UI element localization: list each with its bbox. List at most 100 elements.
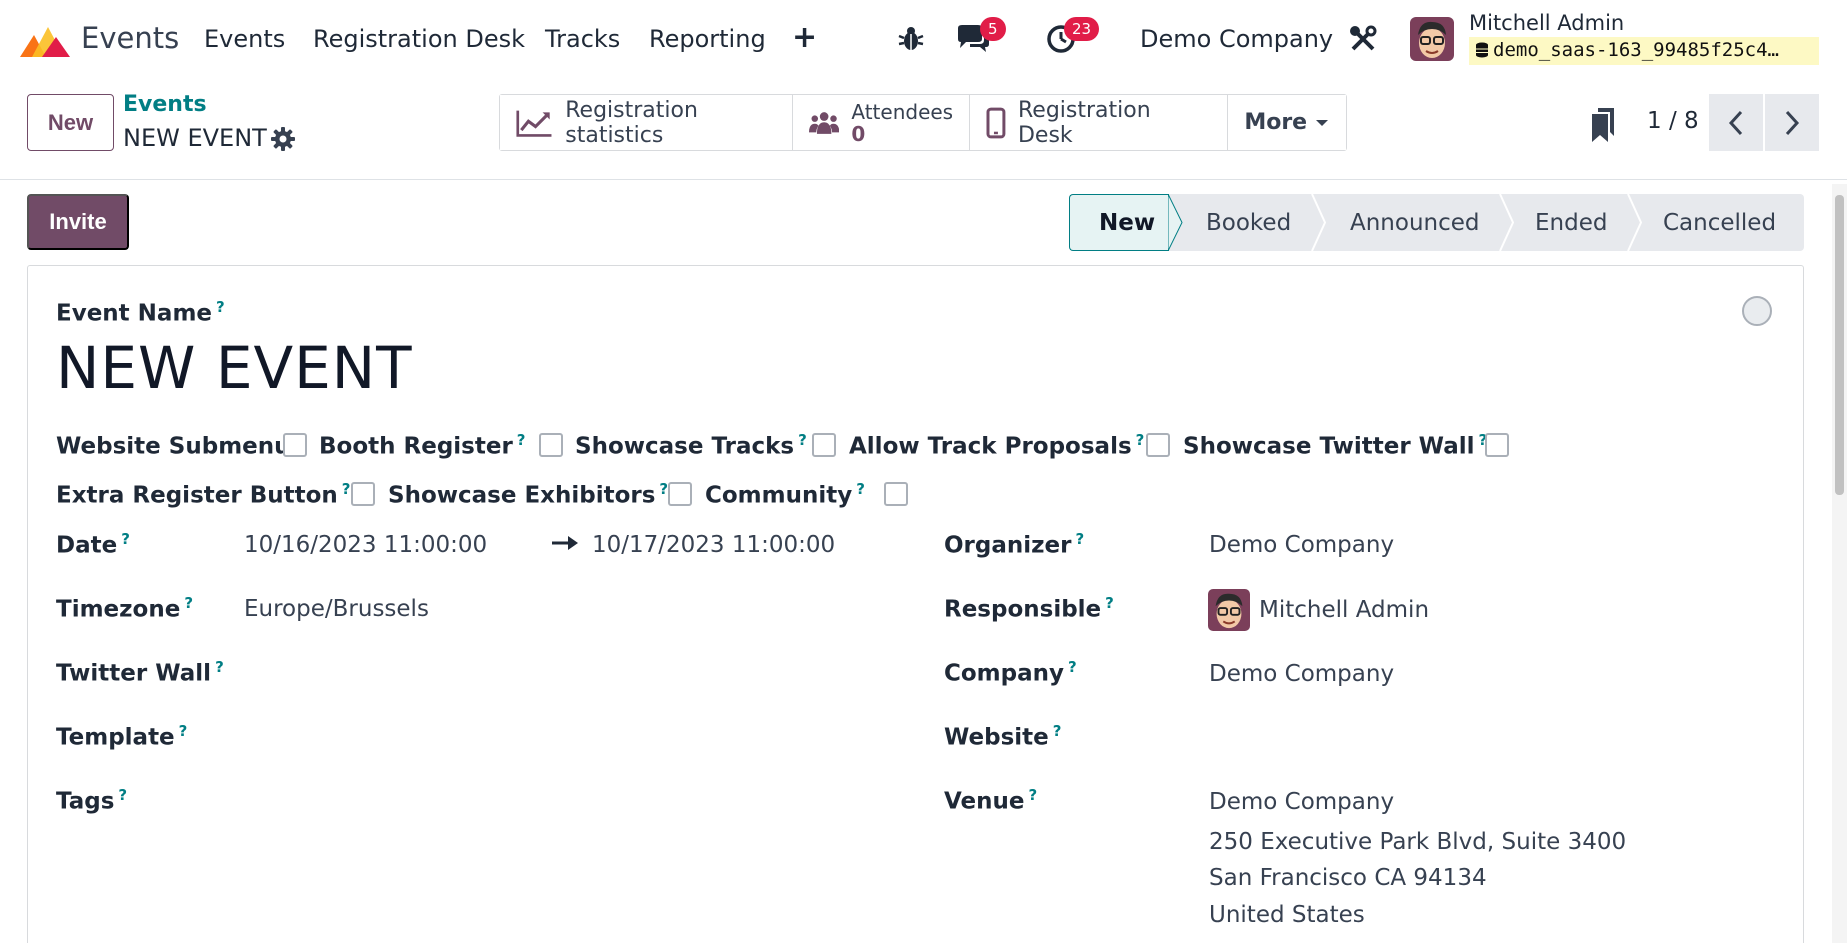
stage-cancelled[interactable]: Cancelled	[1663, 194, 1776, 251]
help-tooltip-icon[interactable]: ?	[798, 431, 807, 449]
responsible-field[interactable]: Mitchell Admin	[1259, 597, 1429, 623]
arrow-right-icon	[552, 536, 578, 550]
stage-booked[interactable]: Booked	[1206, 194, 1291, 251]
pager-value[interactable]: 1 / 8	[1647, 108, 1699, 134]
stage-new[interactable]: New	[1099, 194, 1155, 251]
stage-separator	[1311, 194, 1327, 251]
date-start-field[interactable]: 10/16/2023 11:00:00	[244, 532, 487, 558]
community-label: Community?	[705, 480, 865, 509]
allow-track-proposals-checkbox[interactable]	[1146, 433, 1170, 457]
date-label: Date?	[56, 530, 130, 559]
menu-events[interactable]: Events	[204, 25, 285, 53]
registration-desk-label: Registration Desk	[1017, 97, 1151, 148]
showcase-twitter-wall-checkbox[interactable]	[1485, 433, 1509, 457]
organizer-field[interactable]: Demo Company	[1209, 532, 1394, 558]
gear-icon[interactable]	[270, 126, 296, 152]
date-end-field[interactable]: 10/17/2023 11:00:00	[592, 532, 835, 558]
attendees-count: 0	[851, 121, 866, 146]
showcase-tracks-checkbox[interactable]	[812, 433, 836, 457]
breadcrumb-events[interactable]: Events	[123, 92, 207, 117]
stage-active-arrow	[1168, 194, 1183, 251]
community-checkbox[interactable]	[884, 482, 908, 506]
scrollbar-thumb[interactable]	[1835, 195, 1844, 495]
attendees-button[interactable]: Attendees 0	[793, 95, 971, 150]
venue-name[interactable]: Demo Company	[1209, 789, 1394, 815]
database-name-text: demo_saas-163_99485f25c4…	[1493, 39, 1779, 61]
booth-register-label: Booth Register?	[319, 431, 526, 460]
allow-track-proposals-label: Allow Track Proposals?	[849, 431, 1145, 460]
chevron-right-icon	[1785, 110, 1800, 135]
stage-separator	[1499, 194, 1515, 251]
debug-bug-icon[interactable]	[896, 24, 926, 54]
extra-register-button-label: Extra Register Button?	[56, 480, 351, 509]
help-tooltip-icon[interactable]: ?	[1029, 786, 1038, 804]
company-switcher[interactable]: Demo Company	[1140, 25, 1333, 53]
pager-previous-button[interactable]	[1709, 94, 1763, 151]
settings-tools-icon[interactable]	[1349, 25, 1377, 53]
venue-address-line: United States	[1209, 902, 1365, 928]
messages-badge: 5	[980, 17, 1006, 41]
help-tooltip-icon[interactable]: ?	[342, 480, 351, 498]
new-button[interactable]: New	[27, 94, 114, 151]
help-tooltip-icon[interactable]: ?	[118, 786, 127, 804]
registration-desk-button[interactable]: Registration Desk	[970, 95, 1229, 150]
plus-menu-icon[interactable]: +	[792, 20, 817, 55]
help-tooltip-icon[interactable]: ?	[1068, 658, 1077, 676]
venue-address-line: 250 Executive Park Blvd, Suite 3400	[1209, 829, 1627, 855]
events-app-logo-icon[interactable]	[20, 23, 70, 57]
help-tooltip-icon[interactable]: ?	[216, 298, 225, 316]
caret-down-icon	[1316, 119, 1329, 126]
help-tooltip-icon[interactable]: ?	[121, 530, 130, 548]
users-group-icon	[809, 111, 840, 134]
user-avatar[interactable]	[1410, 17, 1454, 61]
more-label: More	[1244, 110, 1308, 135]
pager-next-button[interactable]	[1765, 94, 1819, 151]
organizer-label: Organizer?	[944, 530, 1085, 559]
menu-registration-desk[interactable]: Registration Desk	[313, 25, 525, 53]
registration-statistics-button[interactable]: Registration statistics	[500, 95, 794, 150]
help-tooltip-icon[interactable]: ?	[1075, 530, 1084, 548]
more-dropdown[interactable]: More	[1228, 95, 1347, 150]
app-name[interactable]: Events	[81, 21, 179, 55]
stage-ended[interactable]: Ended	[1535, 194, 1607, 251]
bookmark-icon[interactable]	[1590, 108, 1616, 142]
help-tooltip-icon[interactable]: ?	[659, 480, 668, 498]
user-name[interactable]: Mitchell Admin	[1469, 11, 1624, 35]
stage-announced[interactable]: Announced	[1350, 194, 1480, 251]
database-name: demo_saas-163_99485f25c4…	[1469, 37, 1819, 65]
database-icon	[1476, 42, 1488, 58]
control-panel: New Events NEW EVENT Registration statis…	[0, 78, 1847, 180]
help-tooltip-icon[interactable]: ?	[1053, 722, 1062, 740]
help-tooltip-icon[interactable]: ?	[215, 658, 224, 676]
mobile-phone-icon	[986, 107, 1006, 138]
activities-badge: 23	[1064, 17, 1100, 41]
company-field[interactable]: Demo Company	[1209, 661, 1394, 687]
area-chart-icon	[516, 110, 552, 137]
timezone-field[interactable]: Europe/Brussels	[244, 596, 429, 622]
menu-reporting[interactable]: Reporting	[649, 25, 766, 53]
help-tooltip-icon[interactable]: ?	[856, 480, 865, 498]
help-tooltip-icon[interactable]: ?	[184, 594, 193, 612]
kanban-state-toggle[interactable]	[1742, 296, 1772, 326]
help-tooltip-icon[interactable]: ?	[1105, 594, 1114, 612]
top-navbar: Events Events Registration Desk Tracks R…	[0, 0, 1847, 78]
venue-address-line: San Francisco CA 94134	[1209, 865, 1487, 891]
registration-statistics-label: Registration statistics	[565, 97, 698, 148]
extra-register-button-checkbox[interactable]	[351, 482, 375, 506]
help-tooltip-icon[interactable]: ?	[1136, 431, 1145, 449]
booth-register-checkbox[interactable]	[539, 433, 563, 457]
help-tooltip-icon[interactable]: ?	[179, 722, 188, 740]
attendees-label: Attendees	[851, 99, 954, 124]
showcase-exhibitors-checkbox[interactable]	[668, 482, 692, 506]
invite-button[interactable]: Invite	[27, 194, 129, 250]
breadcrumb-current: NEW EVENT	[123, 124, 267, 152]
help-tooltip-icon[interactable]: ?	[517, 431, 526, 449]
website-submenu-checkbox[interactable]	[283, 433, 307, 457]
responsible-avatar	[1208, 589, 1250, 631]
stage-separator	[1627, 194, 1643, 251]
menu-tracks[interactable]: Tracks	[545, 25, 620, 53]
event-name-input[interactable]: NEW EVENT	[56, 334, 413, 402]
website-submenu-label: Website Submenu?	[56, 431, 303, 460]
twitter-wall-label: Twitter Wall?	[56, 658, 224, 687]
status-bar: New Booked Announced Ended Cancelled	[1069, 194, 1804, 251]
